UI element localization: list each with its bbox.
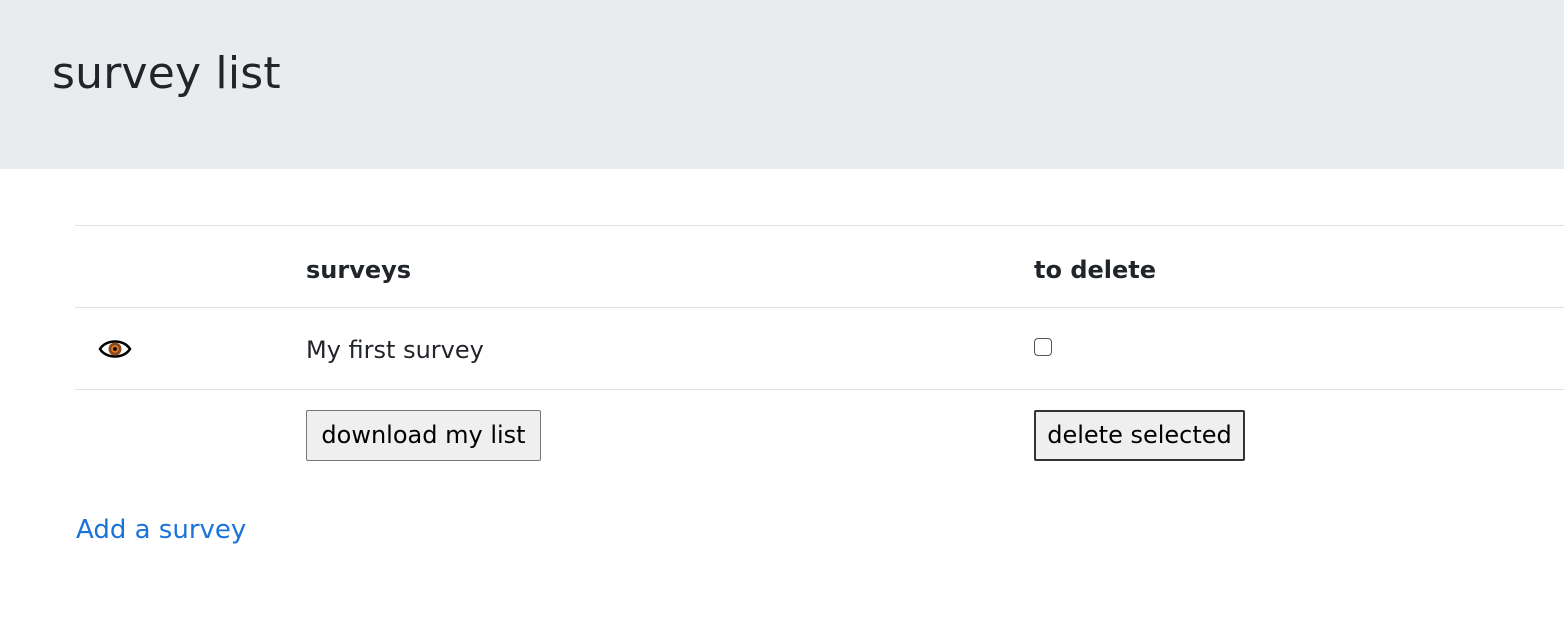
- eye-icon[interactable]: [98, 337, 132, 361]
- table-top-rule: [75, 225, 1564, 226]
- row-rule: [75, 389, 1564, 390]
- add-survey-link[interactable]: Add a survey: [76, 514, 246, 546]
- column-header-to-delete: to delete: [1034, 256, 1157, 284]
- delete-selected-button[interactable]: delete selected: [1034, 410, 1245, 461]
- header-rule: [75, 307, 1564, 308]
- delete-checkbox[interactable]: [1034, 338, 1052, 356]
- survey-name: My first survey: [306, 336, 484, 364]
- download-list-button[interactable]: download my list: [306, 410, 541, 461]
- page-header: survey list: [0, 0, 1564, 169]
- page-title: survey list: [52, 48, 281, 99]
- column-header-surveys: surveys: [306, 256, 412, 284]
